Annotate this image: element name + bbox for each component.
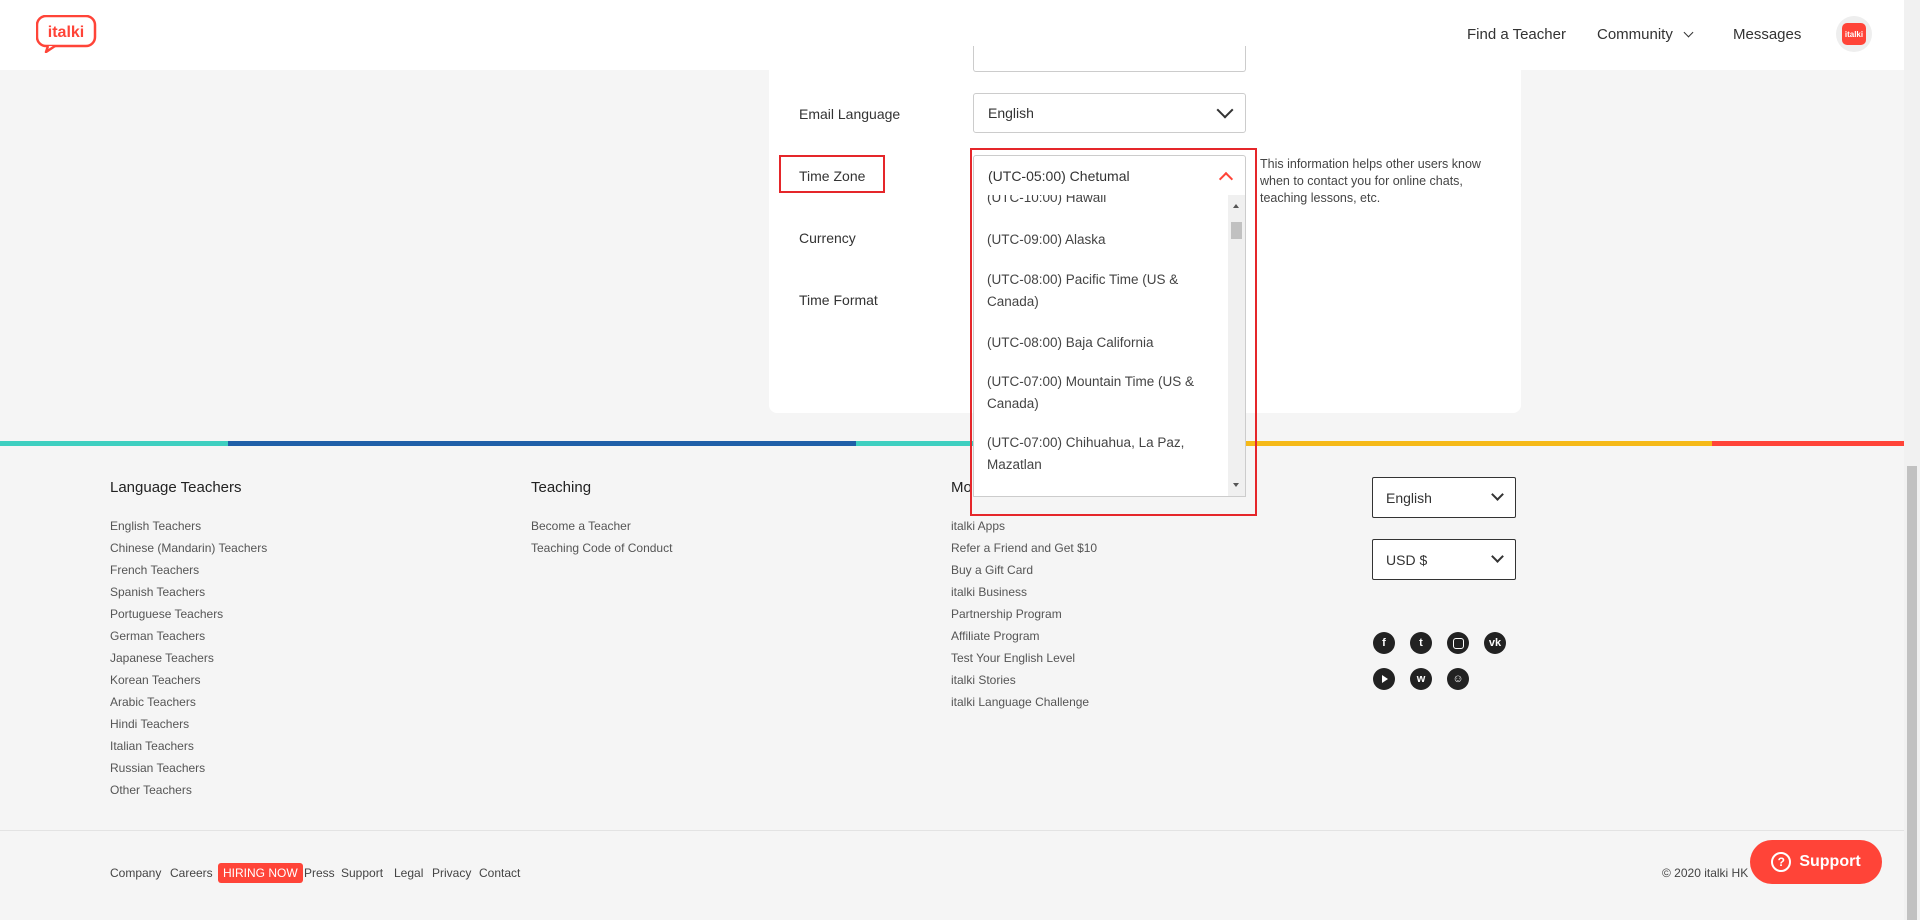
footer-language-value: English (1386, 489, 1432, 506)
youtube-icon[interactable] (1373, 668, 1395, 690)
footer-link-press[interactable]: Press (304, 866, 335, 880)
footer-link[interactable]: Affiliate Program (951, 629, 1039, 643)
email-language-select[interactable]: English (973, 93, 1246, 133)
support-button[interactable]: ? Support (1750, 840, 1882, 884)
copyright-text: © 2020 italki HK (1662, 866, 1749, 880)
footer-link[interactable]: Refer a Friend and Get $10 (951, 541, 1097, 555)
email-language-value: English (988, 105, 1034, 121)
footer-link[interactable]: italki Apps (951, 519, 1005, 533)
footer-link[interactable]: Other Teachers (110, 783, 192, 797)
nav-messages[interactable]: Messages (1733, 26, 1801, 43)
footer-heading-teaching: Teaching (531, 479, 592, 496)
chevron-down-icon (1491, 550, 1504, 563)
currency-label: Currency (799, 230, 856, 246)
footer-currency-select[interactable]: USD $ (1372, 539, 1516, 580)
chevron-down-icon (1683, 27, 1694, 38)
footer-link[interactable]: Italian Teachers (110, 739, 194, 753)
footer-link[interactable]: italki Language Challenge (951, 695, 1089, 709)
footer-link-support[interactable]: Support (341, 866, 383, 880)
footer-link[interactable]: German Teachers (110, 629, 205, 643)
footer-link[interactable]: Chinese (Mandarin) Teachers (110, 541, 267, 555)
footer-link[interactable]: Arabic Teachers (110, 695, 196, 709)
weibo-icon[interactable]: w (1410, 668, 1432, 690)
top-navbar: italki Find a Teacher Community Messages… (0, 0, 1904, 70)
footer-link[interactable]: Teaching Code of Conduct (531, 541, 672, 555)
vk-icon[interactable]: vk (1484, 632, 1506, 654)
logo-text: italki (48, 24, 84, 41)
footer-link-privacy[interactable]: Privacy (432, 866, 471, 880)
footer-link-careers[interactable]: Careers (170, 866, 213, 880)
footer-currency-value: USD $ (1386, 551, 1428, 568)
time-zone-label-highlight (779, 155, 885, 193)
footer-link[interactable]: Spanish Teachers (110, 585, 205, 599)
question-icon: ? (1771, 852, 1792, 872)
wechat-icon[interactable]: ☺ (1447, 668, 1469, 690)
email-language-label: Email Language (799, 106, 901, 122)
footer-language-select[interactable]: English (1372, 477, 1516, 518)
footer-link-contact[interactable]: Contact (479, 866, 520, 880)
footer-link[interactable]: Partnership Program (951, 607, 1062, 621)
footer-link[interactable]: italki Business (951, 585, 1027, 599)
footer-heading-language-teachers: Language Teachers (110, 479, 242, 496)
footer-link[interactable]: French Teachers (110, 563, 199, 577)
nav-community[interactable]: Community (1597, 26, 1694, 43)
time-zone-help-text: This information helps other users know … (1260, 157, 1481, 205)
nav-find-a-teacher[interactable]: Find a Teacher (1467, 26, 1566, 43)
previous-select-partial[interactable] (973, 46, 1246, 72)
footer-link-company[interactable]: Company (110, 866, 161, 880)
footer-link[interactable]: Become a Teacher (531, 519, 631, 533)
chevron-down-icon (1216, 101, 1234, 119)
footer-link-legal[interactable]: Legal (394, 866, 423, 880)
chevron-down-icon (1491, 488, 1504, 501)
hiring-now-badge[interactable]: HIRING NOW (218, 863, 303, 883)
footer-link[interactable]: Korean Teachers (110, 673, 201, 687)
facebook-icon[interactable]: f (1373, 632, 1395, 654)
footer-link[interactable]: English Teachers (110, 519, 201, 533)
footer-link[interactable]: Buy a Gift Card (951, 563, 1033, 577)
twitter-icon[interactable]: t (1410, 632, 1432, 654)
italki-logo[interactable]: italki (36, 15, 98, 53)
footer-link[interactable]: Test Your English Level (951, 651, 1075, 665)
footer-heading-more: Mo (951, 479, 972, 496)
avatar[interactable]: italki (1836, 16, 1872, 52)
footer-link[interactable]: Japanese Teachers (110, 651, 214, 665)
support-button-label: Support (1799, 853, 1861, 870)
page-scrollbar-thumb[interactable] (1907, 466, 1917, 920)
footer-divider (0, 830, 1904, 831)
footer-link[interactable]: Hindi Teachers (110, 717, 189, 731)
avatar-image: italki (1842, 23, 1866, 45)
footer-link[interactable]: Russian Teachers (110, 761, 205, 775)
time-format-label: Time Format (799, 292, 878, 308)
nav-community-label: Community (1597, 26, 1673, 43)
time-zone-dropdown-highlight (970, 148, 1257, 516)
instagram-icon[interactable] (1447, 632, 1469, 654)
footer-link[interactable]: italki Stories (951, 673, 1016, 687)
footer-link[interactable]: Portuguese Teachers (110, 607, 223, 621)
page-scrollbar[interactable] (1904, 0, 1920, 920)
